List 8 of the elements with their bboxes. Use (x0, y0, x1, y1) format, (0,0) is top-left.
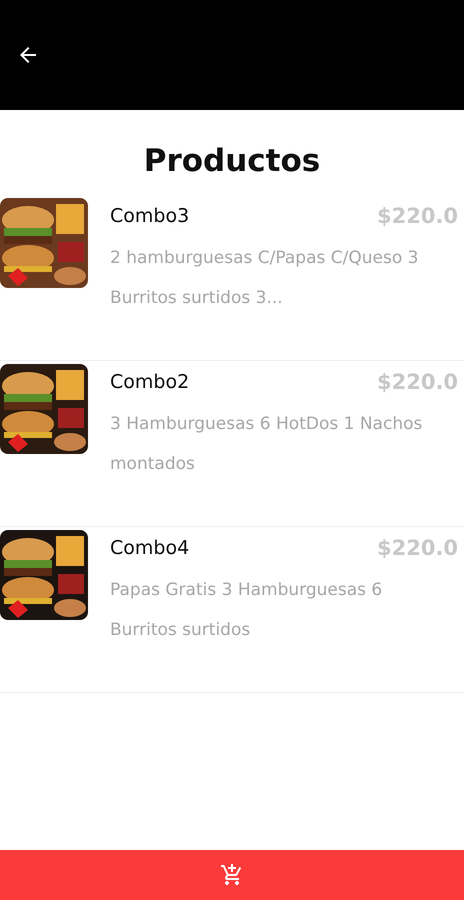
cart-add-icon (220, 863, 244, 887)
product-description: 3 Hamburguesas 6 HotDos 1 Nachos montados (110, 413, 424, 476)
page-title: Productos (144, 143, 320, 181)
product-name: Combo3 (110, 205, 190, 227)
product-name: Combo2 (110, 371, 190, 393)
product-description: Papas Gratis 3 Hamburguesas 6 Burritos surtidos (110, 579, 384, 642)
product-description: 2 hamburguesas C/Papas C/Queso 3 Burritos surtidos 3... (110, 247, 420, 310)
product-name: Combo4 (110, 537, 190, 559)
